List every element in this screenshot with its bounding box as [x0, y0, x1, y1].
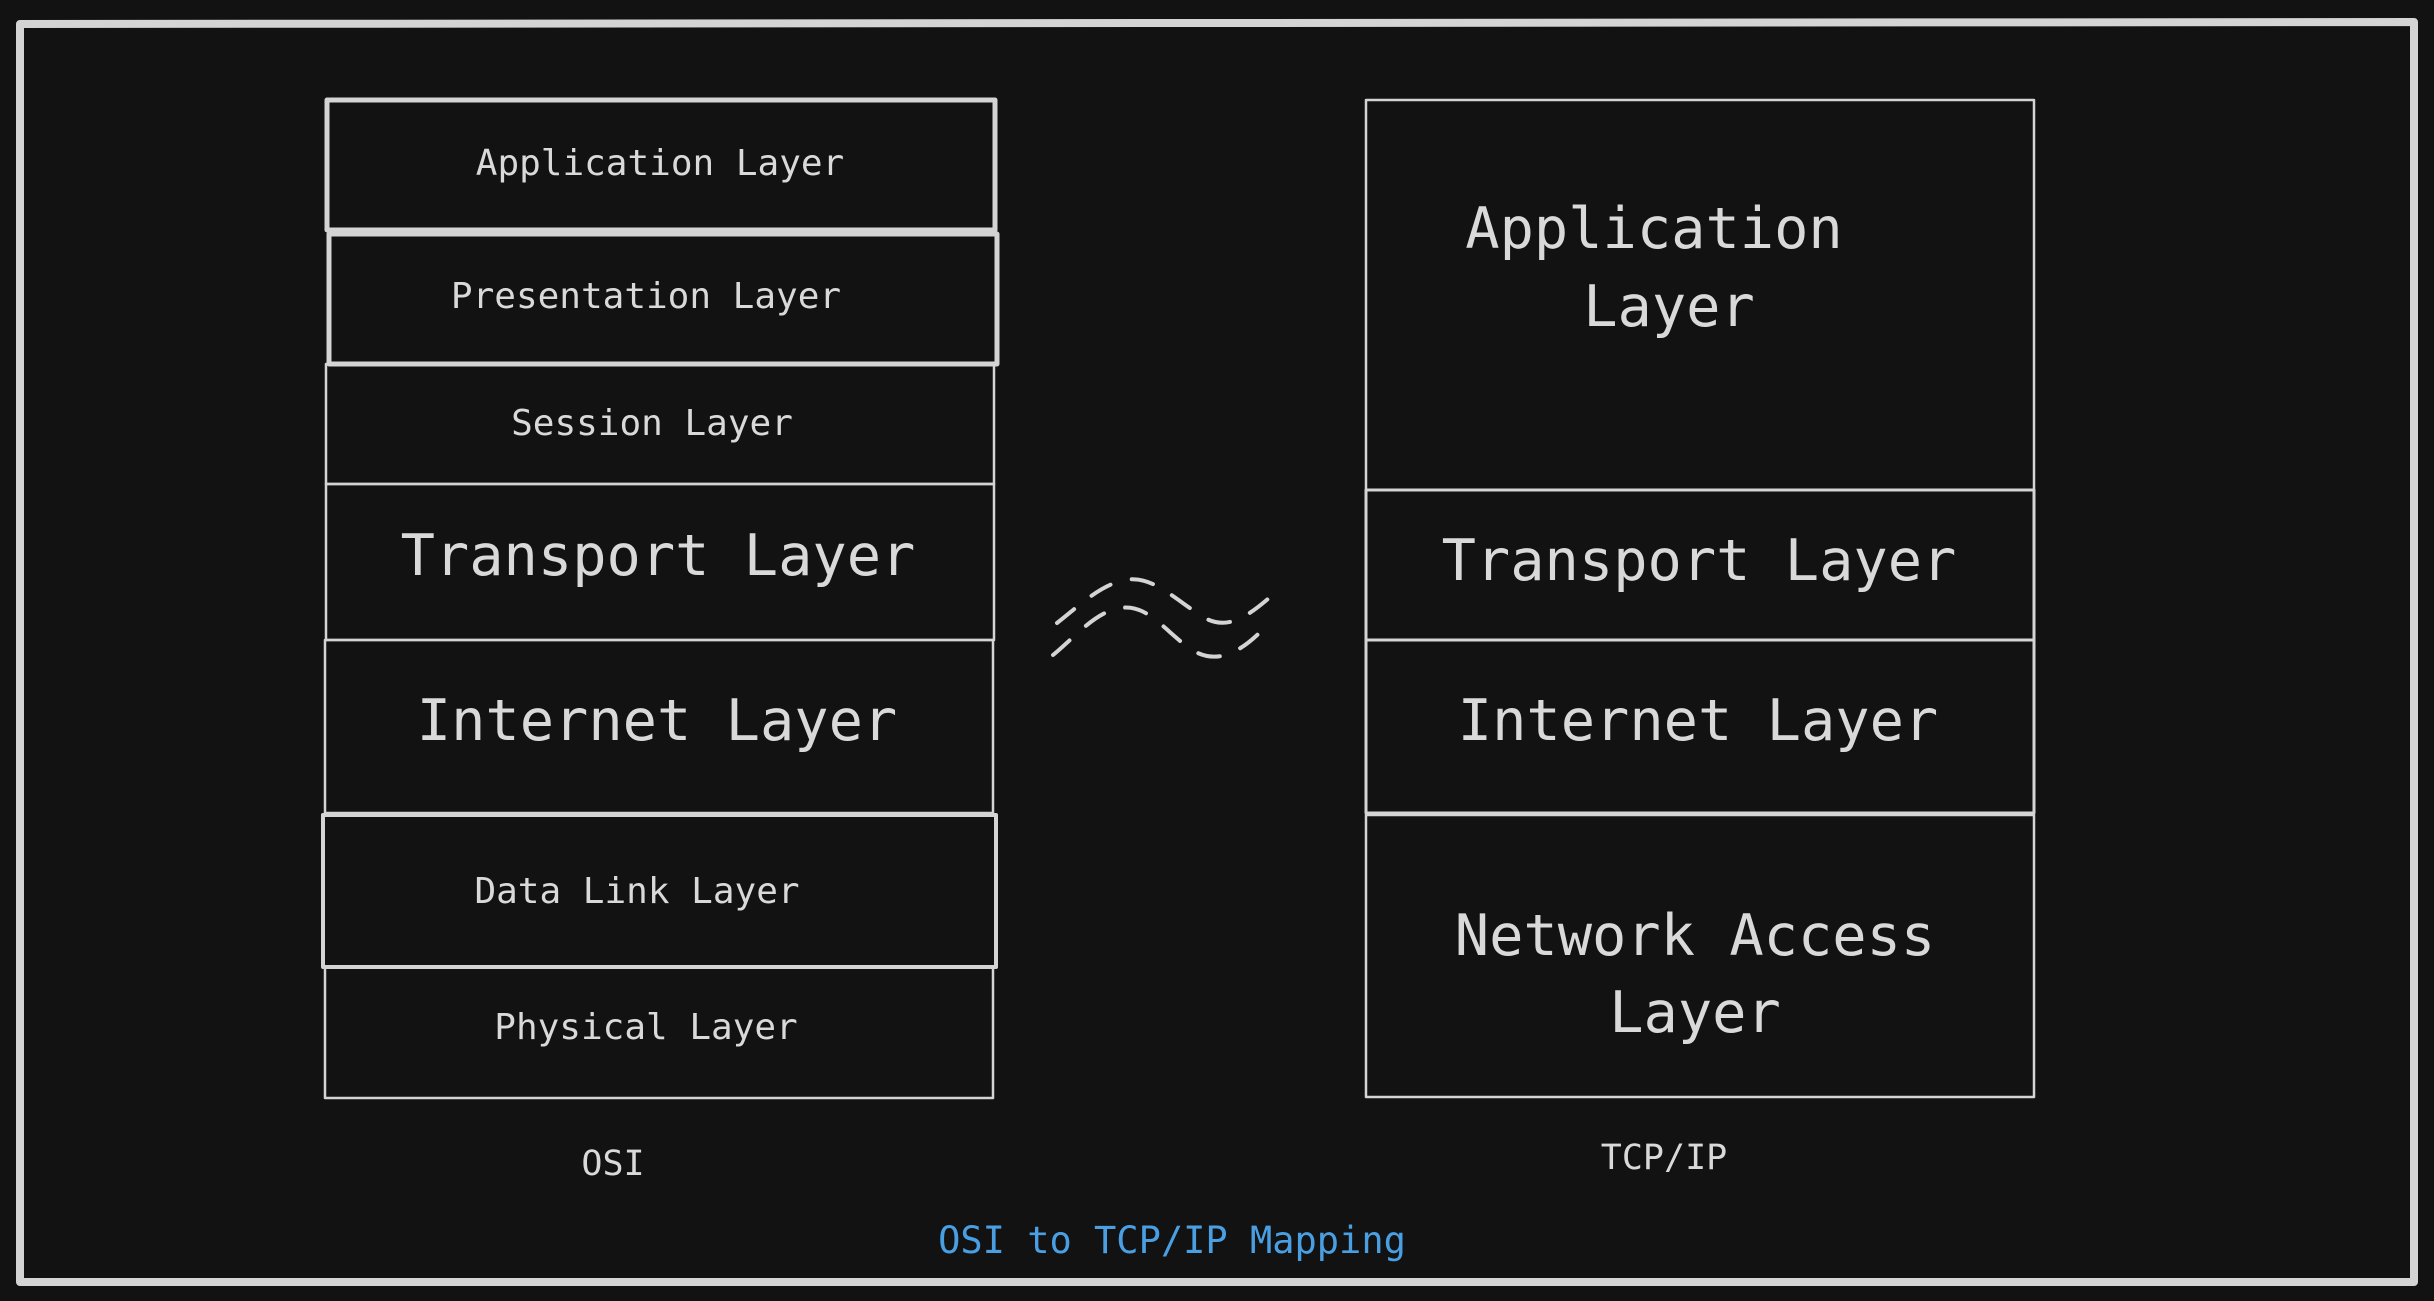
tcpip-layer-label-network-access-line2: Layer [1609, 980, 1781, 1046]
diagram-canvas: Application Layer Presentation Layer Ses… [16, 18, 2418, 1286]
tcpip-layer-label-internet: Internet Layer [1458, 688, 1938, 754]
osi-layer-label-presentation: Presentation Layer [451, 276, 841, 317]
tcpip-layer-label-network-access-line1: Network Access [1455, 903, 1935, 969]
osi-layer-label-physical: Physical Layer [494, 1007, 797, 1048]
osi-layer-label-application: Application Layer [476, 143, 844, 184]
connector-wave-top [1055, 577, 1280, 625]
osi-stack: Application Layer Presentation Layer Ses… [321, 97, 1000, 1184]
tcpip-layer-label-application-line2: Layer [1583, 274, 1755, 340]
osi-layer-label-internet: Internet Layer [417, 688, 897, 754]
approximately-equal-icon [1051, 577, 1280, 659]
diagram-title: OSI to TCP/IP Mapping [938, 1219, 1406, 1262]
osi-caption: OSI [581, 1144, 644, 1184]
connector-wave-bottom [1051, 605, 1270, 659]
osi-layer-label-transport: Transport Layer [401, 523, 916, 589]
tcpip-caption: TCP/IP [1601, 1138, 1727, 1178]
tcpip-stack: Application Layer Transport Layer Intern… [1364, 98, 2036, 1178]
osi-layer-label-data-link: Data Link Layer [474, 871, 799, 912]
tcpip-layer-label-transport: Transport Layer [1442, 528, 1957, 594]
outer-frame [16, 18, 2418, 1286]
osi-layer-label-session: Session Layer [511, 403, 793, 444]
tcpip-layer-label-application-line1: Application [1465, 196, 1843, 262]
